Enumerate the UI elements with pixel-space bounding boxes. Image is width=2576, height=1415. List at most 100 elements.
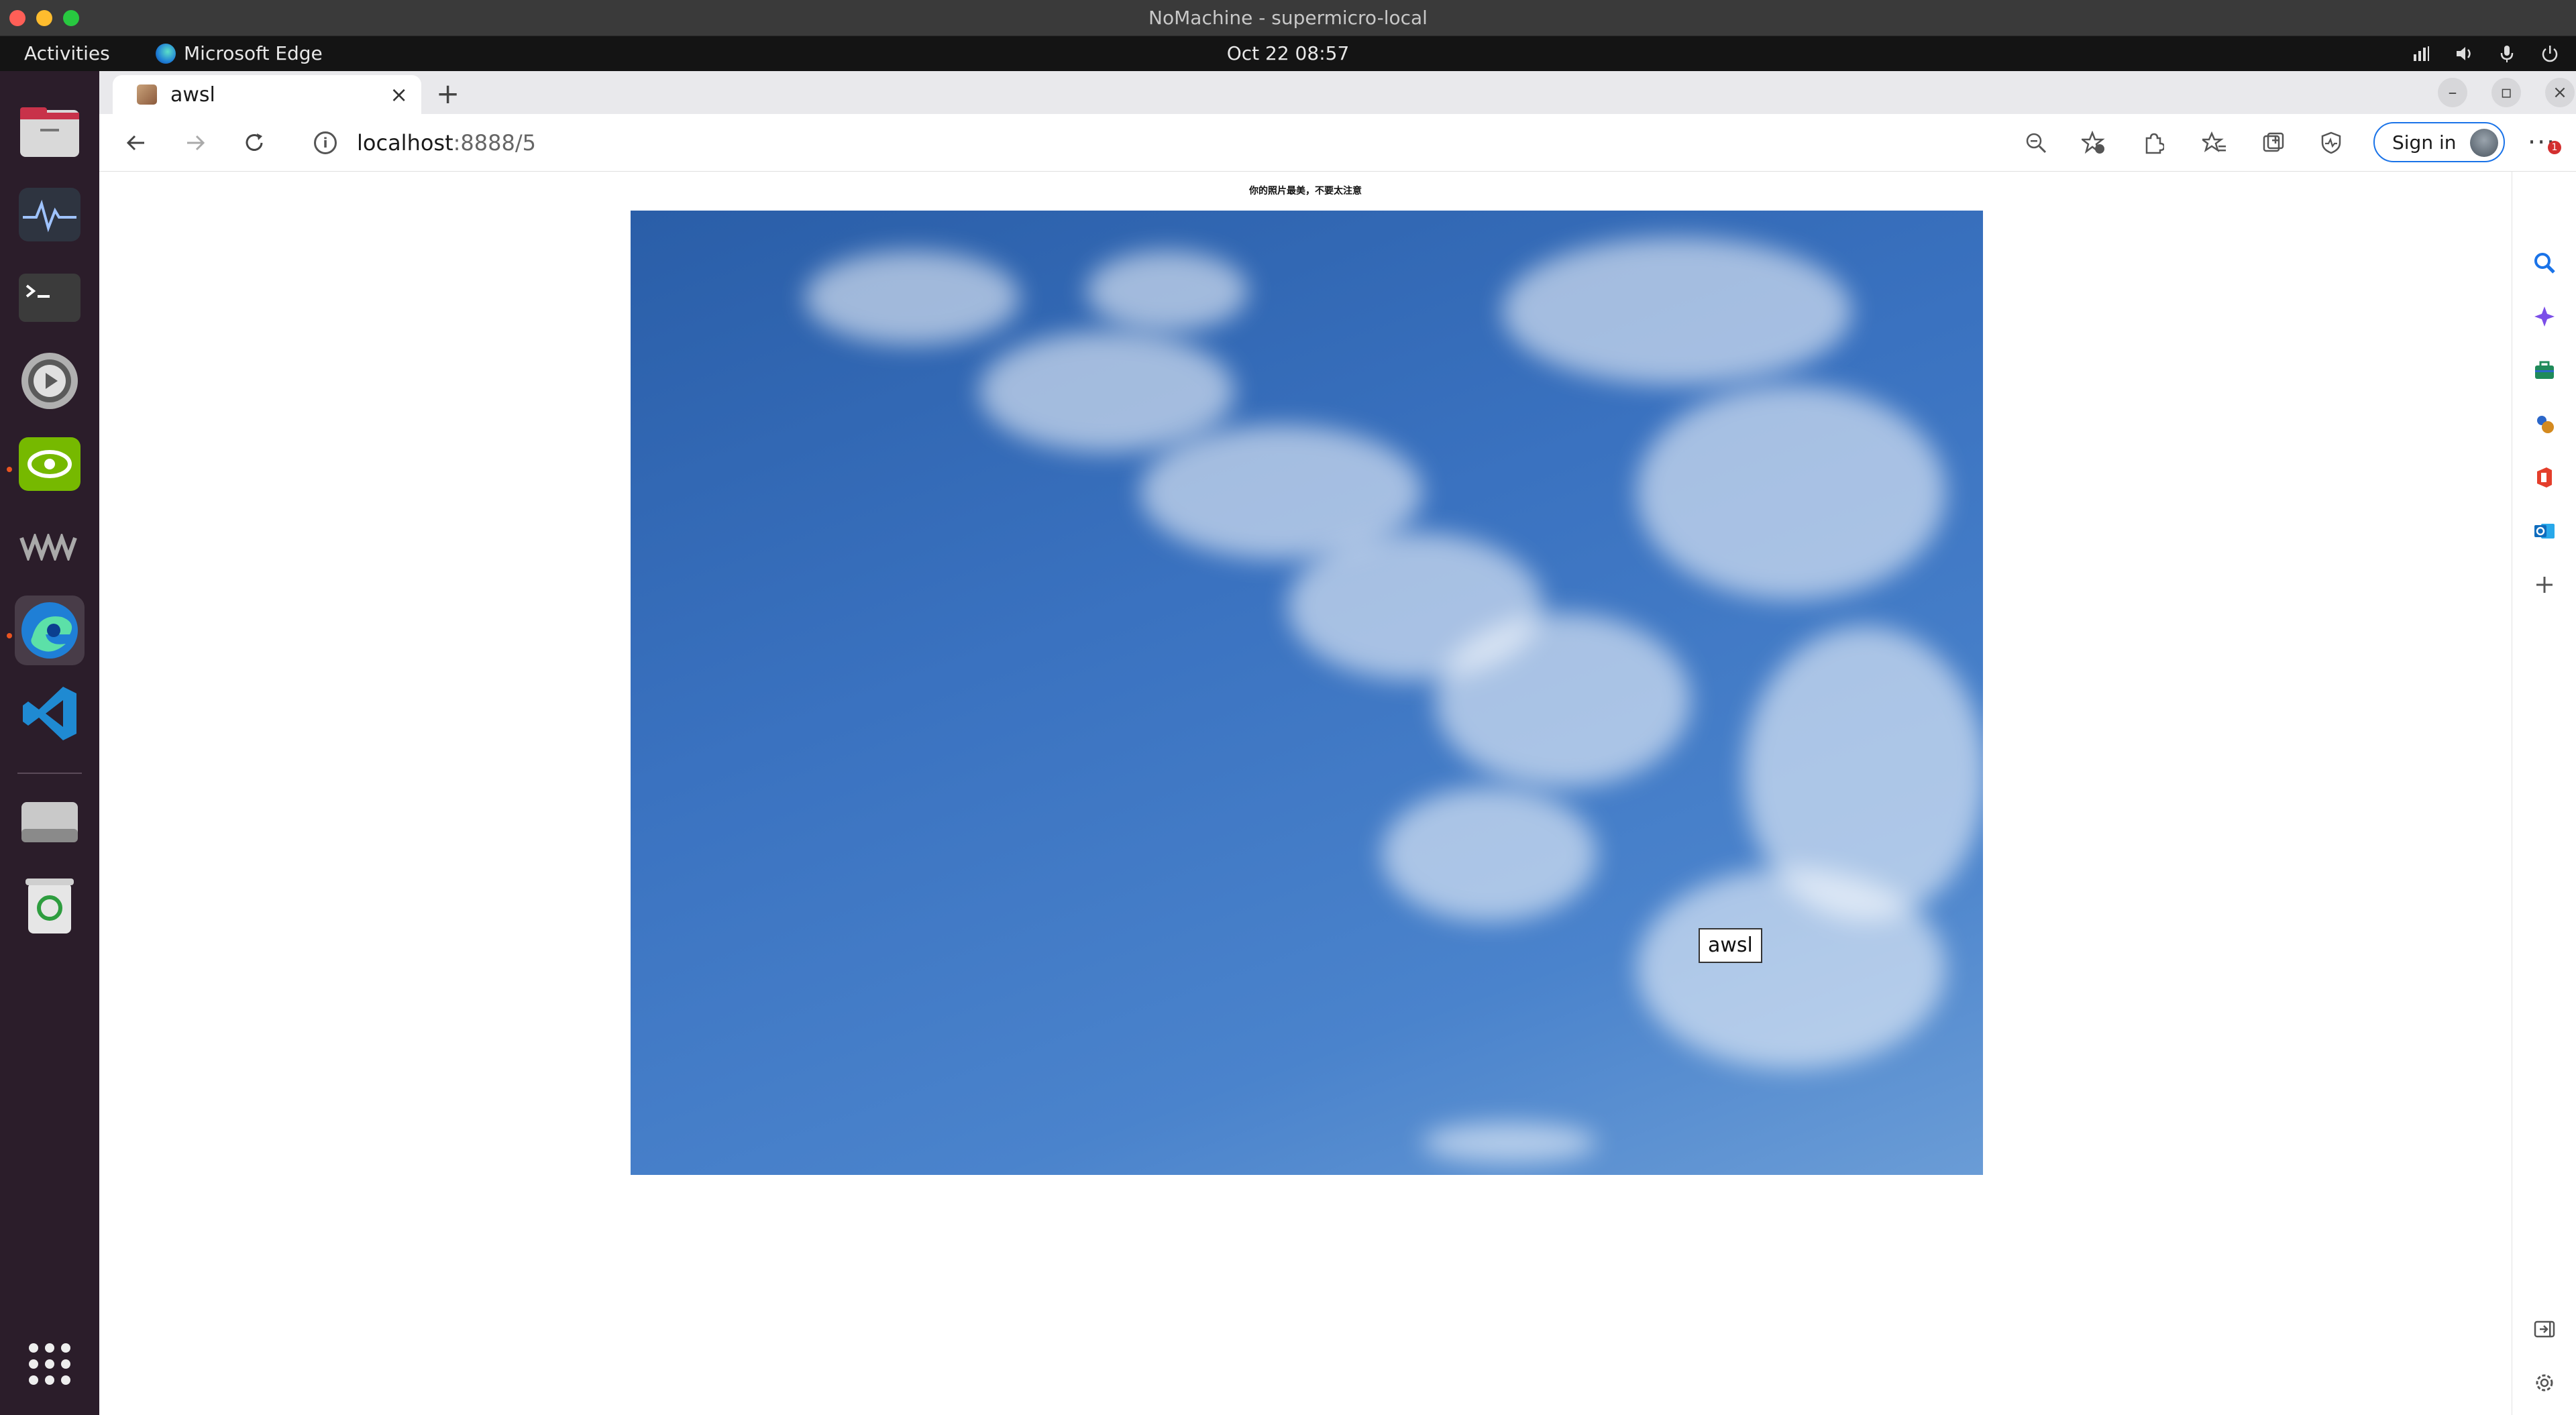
minimize-button[interactable]: –: [2438, 78, 2467, 107]
url-host: localhost: [357, 130, 453, 156]
tab-awsl[interactable]: awsl ×: [113, 75, 421, 114]
edge-icon: [156, 44, 176, 64]
app-menu[interactable]: Microsoft Edge: [156, 36, 323, 71]
collections-button[interactable]: [2259, 129, 2288, 157]
app-menu-label: Microsoft Edge: [184, 42, 323, 64]
reload-icon: [246, 133, 263, 151]
network-icon: [2414, 46, 2429, 61]
site-info-icon[interactable]: i: [314, 131, 337, 154]
search-icon: [2534, 253, 2555, 274]
sign-in-label: Sign in: [2392, 131, 2457, 154]
terminal-icon: [19, 274, 80, 322]
app-grid-icon: [29, 1343, 70, 1385]
forward-button[interactable]: [181, 129, 209, 157]
sidebar-copilot[interactable]: [2531, 303, 2558, 330]
zoom-button[interactable]: [2022, 129, 2050, 157]
sign-in-button[interactable]: Sign in: [2373, 122, 2505, 162]
vmware-icon: [19, 534, 77, 561]
puzzle-icon: [2145, 133, 2164, 154]
dock-nvidia[interactable]: [15, 429, 85, 499]
sidebar-outlook[interactable]: [2531, 518, 2558, 545]
tab-title: awsl: [170, 82, 215, 107]
dock-vscode[interactable]: [15, 679, 85, 748]
back-button[interactable]: [122, 129, 150, 157]
ubuntu-topbar: Activities Microsoft Edge Oct 22 08:57: [0, 36, 2576, 71]
notification-badge: 1: [2548, 141, 2561, 154]
url-text: localhost:8888/5: [357, 130, 536, 156]
edge-sidebar: [2512, 172, 2576, 1415]
power-icon: [2542, 46, 2558, 62]
gear-icon: [21, 353, 78, 409]
vscode-icon: [23, 687, 76, 740]
show-apps-button[interactable]: [15, 1329, 85, 1399]
sidebar-settings[interactable]: [2531, 1369, 2558, 1396]
hide-sidebar-icon: [2534, 1320, 2555, 1338]
running-indicator: [7, 633, 12, 638]
dock-trash[interactable]: [15, 870, 85, 940]
dock-system-monitor[interactable]: [15, 180, 85, 249]
dock-drive[interactable]: [15, 787, 85, 857]
address-bar[interactable]: i localhost:8888/5: [294, 122, 2172, 164]
outlook-icon: [2534, 524, 2555, 539]
favorites-icon: [2202, 131, 2226, 152]
nomachine-titlebar: NoMachine - supermicro-local: [0, 0, 2576, 36]
dock-terminal[interactable]: [15, 263, 85, 333]
url-path: :8888/5: [453, 130, 536, 156]
sidebar-tools[interactable]: [2531, 357, 2558, 384]
drive-icon: [21, 802, 78, 842]
dock-vmware[interactable]: [15, 512, 85, 582]
star-add-icon: [2082, 131, 2105, 154]
add-favorite-button[interactable]: [2080, 129, 2108, 157]
toolbox-icon: [2535, 361, 2554, 379]
dock-separator: [17, 773, 82, 774]
tab-favicon: [137, 84, 157, 105]
restore-button[interactable]: ▫: [2491, 78, 2521, 107]
back-arrow-icon: [126, 135, 144, 151]
dock-settings[interactable]: [15, 346, 85, 416]
collections-icon: [2263, 132, 2284, 152]
ubuntu-dock: [0, 71, 99, 1415]
page-content: 你的照片最美，不要太注意 awsl: [99, 172, 2512, 1415]
browser-essentials-button[interactable]: [2317, 129, 2345, 157]
edge-browser: awsl × + – ▫ × i localhost:8888/5 Sign i…: [99, 71, 2576, 1415]
running-indicator: [7, 467, 12, 472]
clock[interactable]: Oct 22 08:57: [1227, 42, 1350, 64]
nvidia-icon: [19, 437, 80, 491]
dock-files[interactable]: [15, 97, 85, 166]
system-tray[interactable]: [2411, 36, 2560, 71]
edge-icon: [21, 602, 78, 659]
volume-icon: [2457, 47, 2471, 60]
window-title: NoMachine - supermicro-local: [1148, 7, 1428, 29]
screen: NoMachine - supermicro-local Activities …: [0, 0, 2576, 1415]
sidebar-search[interactable]: [2531, 249, 2558, 276]
plus-icon: [2536, 577, 2553, 593]
sidebar-office[interactable]: [2531, 464, 2558, 491]
dock-edge[interactable]: [15, 596, 85, 665]
games-icon: [2537, 416, 2554, 433]
forward-arrow-icon: [187, 135, 205, 151]
sky-image[interactable]: awsl: [631, 211, 1983, 1175]
avatar: [2470, 129, 2498, 157]
favorites-button[interactable]: [2200, 129, 2229, 157]
browser-toolbar: i localhost:8888/5 Sign in ··· 1: [99, 114, 2576, 172]
extensions-button[interactable]: [2139, 129, 2167, 157]
sidebar-hide[interactable]: [2531, 1316, 2558, 1343]
activities-button[interactable]: Activities: [24, 36, 110, 71]
close-button[interactable]: ×: [2545, 78, 2575, 107]
folder-icon: [20, 107, 79, 157]
tab-close-button[interactable]: ×: [390, 82, 408, 107]
zoom-out-icon: [2026, 133, 2047, 154]
trash-icon: [25, 879, 74, 933]
page-caption: 你的照片最美，不要太注意: [1249, 186, 1362, 196]
heartbeat-shield-icon: [2321, 131, 2341, 154]
sidebar-games[interactable]: [2531, 410, 2558, 437]
sidebar-add[interactable]: [2531, 571, 2558, 598]
new-tab-button[interactable]: +: [436, 78, 460, 110]
office-icon: [2537, 467, 2552, 488]
tab-strip: awsl × + – ▫ ×: [99, 71, 2576, 114]
image-label: awsl: [1699, 928, 1762, 963]
sparkle-icon: [2534, 306, 2555, 327]
reload-button[interactable]: [240, 129, 268, 157]
microphone-icon: [2500, 46, 2514, 62]
gear-icon: [2536, 1374, 2553, 1392]
